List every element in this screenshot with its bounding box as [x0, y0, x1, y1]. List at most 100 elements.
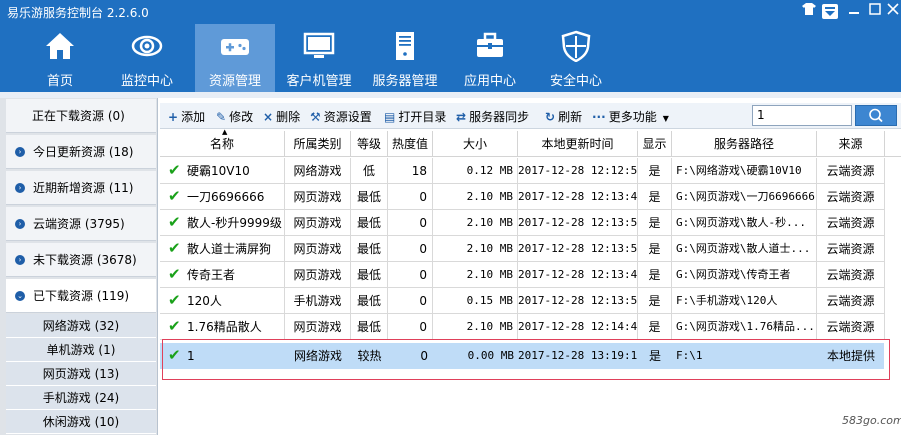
table-row[interactable]: ✔ 1.76精品散人 网页游戏 最低 0 2.10 MB 2017-12-28 12:14:…: [160, 314, 885, 340]
delete-button[interactable]: × 删除: [263, 108, 300, 125]
server-sync-button[interactable]: ⇄ 服务器同步: [456, 108, 529, 125]
table-row[interactable]: ✔ 一刀6696666 网页游戏 最低 0 2.10 MB 2017-12-28 12:13…: [160, 184, 885, 210]
column-header-source[interactable]: 来源: [817, 131, 885, 157]
sidebar-item-cloud-resources[interactable]: › 云端资源 (3795): [6, 207, 156, 241]
open-directory-button[interactable]: ▤ 打开目录: [384, 108, 446, 125]
check-icon: ✔: [168, 213, 181, 231]
table-row[interactable]: ✔ 散人-秒升9999级 网页游戏 最低 0 2.10 MB 2017-12-28 12:1…: [160, 210, 885, 236]
cell-time: 2017-12-28 12:13:53: [518, 288, 638, 314]
table-row[interactable]: ✔ 120人 手机游戏 最低 0 0.15 MB 2017-12-28 12:13:53 是 F…: [160, 288, 885, 314]
pencil-icon: ✎: [216, 110, 227, 124]
toolbox-icon: [477, 32, 503, 57]
cell-text: 散人-秒升9999级: [187, 216, 282, 230]
more-functions-button[interactable]: ··· 更多功能 ▼: [592, 108, 669, 125]
sidebar-subitem-single-games[interactable]: 单机游戏 (1): [6, 338, 156, 362]
cell-text: 0: [419, 216, 427, 230]
sidebar-item-today-updated[interactable]: › 今日更新资源 (18): [6, 135, 156, 169]
cell-text: 最低: [356, 216, 381, 230]
cell-time: 2017-12-28 12:13:50: [518, 210, 638, 236]
column-header-size[interactable]: 大小: [433, 131, 518, 157]
column-header-update-time[interactable]: 本地更新时间: [518, 131, 638, 157]
cell-size: 0.15 MB: [433, 288, 518, 314]
edit-button[interactable]: ✎ 修改: [216, 108, 253, 125]
check-icon: ✔: [168, 291, 181, 309]
minimize-icon[interactable]: [845, 3, 863, 21]
delete-icon: ×: [263, 110, 274, 124]
sidebar-item-label: 正在下载资源 (0): [32, 109, 125, 123]
cell-size: 0.12 MB: [433, 158, 518, 184]
cell-text: 云端资源: [826, 268, 875, 282]
maximize-icon[interactable]: [866, 3, 884, 21]
cell-text: 较热: [357, 349, 382, 363]
table-row[interactable]: ✔ 硬霸10V10 网络游戏 低 18 0.12 MB 2017-12-28 12:12:5…: [160, 158, 885, 184]
nav-security-center[interactable]: 安全中心: [536, 24, 616, 92]
close-icon[interactable]: [884, 3, 901, 21]
sidebar-item-label: 已下载资源 (119): [33, 289, 130, 303]
column-header-category[interactable]: 所属类别: [285, 131, 351, 157]
sidebar-subitem-web-games[interactable]: 网页游戏 (13): [6, 362, 156, 386]
header-filler: [885, 131, 901, 157]
cell-level: 最低: [351, 184, 388, 210]
table-row[interactable]: ✔ 1 网络游戏 较热 0 0.00 MB 2017-12-28 13:19:18 是 F:\1…: [160, 343, 884, 369]
sidebar-item-recent-added[interactable]: › 近期新增资源 (11): [6, 171, 156, 205]
cell-text: 0.15 MB: [466, 294, 513, 307]
nav-home[interactable]: 首页: [20, 24, 100, 92]
sidebar-item-label: 近期新增资源 (11): [33, 181, 134, 195]
cell-path: G:\网页游戏\1.76精品...: [672, 314, 817, 340]
cell-text: 2017-12-28 12:13:45: [518, 190, 638, 203]
cell-source: 云端资源: [817, 262, 885, 288]
column-header-name[interactable]: ▲ 名称: [160, 128, 285, 157]
cell-name: ✔ 120人: [160, 288, 285, 314]
search-input[interactable]: 1: [752, 105, 852, 126]
cell-heat: 0: [388, 262, 433, 288]
column-header-heat[interactable]: 热度值: [388, 131, 433, 157]
cell-text: 2017-12-28 13:19:18: [518, 349, 638, 362]
edit-label: 修改: [229, 110, 254, 124]
column-header-server-path[interactable]: 服务器路径: [672, 131, 817, 157]
search-button[interactable]: [855, 105, 897, 126]
cell-show: 是: [638, 158, 672, 184]
cell-text: 0: [420, 349, 428, 363]
cell-source: 本地提供: [817, 343, 885, 369]
table-row[interactable]: ✔ 传奇王者 网页游戏 最低 0 2.10 MB 2017-12-28 12:13:46 是 G…: [160, 262, 885, 288]
cell-text: 120人: [187, 294, 222, 308]
menu-dropdown-icon[interactable]: [822, 4, 838, 19]
dropdown-arrow-icon: ▼: [662, 114, 669, 123]
cell-text: 是: [648, 216, 661, 230]
chevron-right-icon: ›: [15, 219, 25, 229]
skin-icon[interactable]: [800, 3, 818, 21]
nav-monitor-center[interactable]: 监控中心: [107, 24, 187, 92]
sidebar-item-downloaded[interactable]: ⌄ 已下载资源 (119): [6, 279, 156, 313]
sidebar-subitem-online-games[interactable]: 网络游戏 (32): [6, 314, 156, 338]
add-button[interactable]: + 添加: [168, 108, 205, 125]
sidebar-item-not-downloaded[interactable]: › 未下载资源 (3678): [6, 243, 156, 277]
column-header-show[interactable]: 显示: [638, 131, 672, 157]
nav-resource-management[interactable]: 资源管理: [195, 24, 275, 92]
nav-app-center[interactable]: 应用中心: [450, 24, 530, 92]
cell-text: 0: [419, 268, 427, 282]
nav-server-management[interactable]: 服务器管理: [365, 24, 445, 92]
watermark: 583go.com: [842, 414, 901, 427]
column-header-level[interactable]: 等级: [351, 131, 388, 157]
sidebar-subitem-label: 网络游戏 (32): [42, 319, 120, 333]
cell-text: 一刀6696666: [187, 190, 265, 204]
cell-text: G:\网页游戏\1.76精品...: [676, 320, 815, 333]
refresh-button[interactable]: ↻ 刷新: [545, 108, 582, 125]
resource-settings-button[interactable]: ⚒ 资源设置: [310, 108, 372, 125]
cell-text: 云端资源: [826, 242, 875, 256]
server-icon: [396, 32, 414, 60]
check-icon: ✔: [168, 317, 181, 335]
nav-client-management[interactable]: 客户机管理: [279, 24, 359, 92]
sort-indicator-icon: ▲: [222, 128, 228, 136]
table-row[interactable]: ✔ 散人道士满屏狗 网页游戏 最低 0 2.10 MB 2017-12-28 12:13:5…: [160, 236, 885, 262]
sidebar-item-downloading[interactable]: 正在下载资源 (0): [6, 99, 156, 133]
cell-level: 最低: [351, 314, 388, 340]
cell-text: 最低: [356, 190, 381, 204]
cell-text: 是: [648, 268, 661, 282]
nav-label: 资源管理: [208, 74, 261, 89]
sidebar-subitem-mobile-games[interactable]: 手机游戏 (24): [6, 386, 156, 410]
cell-path: G:\网页游戏\一刀6696666: [672, 184, 817, 210]
cell-text: 网页游戏: [293, 190, 342, 204]
cell-text: 低: [362, 164, 375, 178]
sidebar-subitem-casual-games[interactable]: 休闲游戏 (10): [6, 410, 156, 434]
